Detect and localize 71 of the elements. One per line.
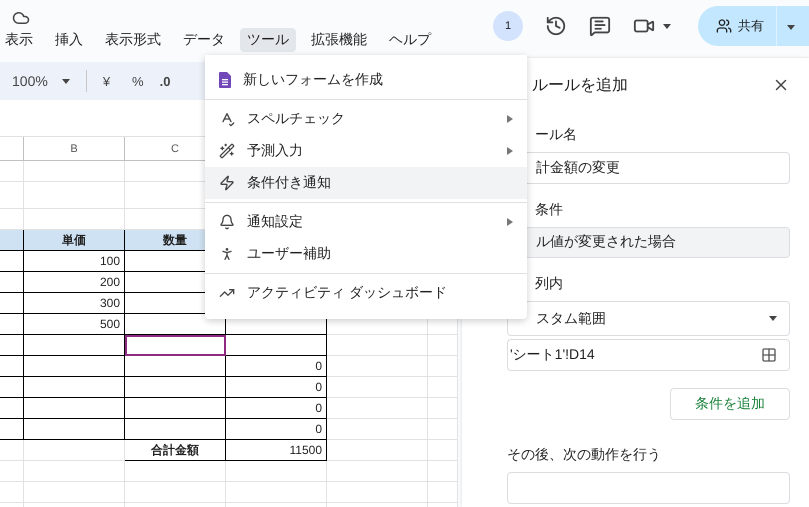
table-cell <box>0 182 24 209</box>
menu-item[interactable]: 新しいフォームを作成 <box>205 64 527 96</box>
decimal-button[interactable]: .0 <box>160 74 170 88</box>
menu-item[interactable]: 拡張機能 <box>304 28 374 52</box>
table-cell <box>428 398 458 419</box>
caret-icon <box>663 24 671 28</box>
table-cell <box>0 209 24 230</box>
field-label: 列内 <box>534 275 563 294</box>
caret-icon <box>769 316 777 322</box>
table-cell: 500 <box>24 314 125 335</box>
table-cell <box>0 314 24 335</box>
section-label: その後、次の動作を行う <box>507 446 661 464</box>
table-cell <box>0 398 24 419</box>
presence-avatar[interactable]: 1 <box>493 11 523 41</box>
table-cell: 0 <box>226 398 327 419</box>
table-cell <box>0 293 24 314</box>
table-cell <box>0 272 24 293</box>
table-cell <box>0 377 24 398</box>
currency-button[interactable]: ¥ <box>102 74 110 88</box>
table-cell: 単価 <box>24 230 125 251</box>
table-cell <box>428 377 458 398</box>
menu-item[interactable]: ヘルプ <box>382 28 438 52</box>
table-cell <box>0 461 24 482</box>
table-cell <box>0 419 24 440</box>
cloud-icon[interactable] <box>12 9 30 27</box>
table-cell: 300 <box>24 293 125 314</box>
history-icon[interactable] <box>545 15 567 37</box>
field-label: 条件 <box>534 200 563 219</box>
menu-item[interactable]: ツール <box>240 28 296 52</box>
field-label: ール名 <box>534 126 577 144</box>
bell-icon <box>219 214 235 230</box>
table-cell <box>428 419 458 440</box>
table-cell <box>0 440 24 461</box>
zoom-select[interactable]: 100% <box>12 73 70 89</box>
lightning-icon <box>219 175 235 191</box>
add-condition-button[interactable]: 条件を追加 <box>670 388 790 420</box>
caret-icon <box>62 78 70 84</box>
range-select[interactable]: スタム範囲 <box>507 301 790 336</box>
table-cell <box>0 251 24 272</box>
table-cell: 0 <box>226 377 327 398</box>
comment-icon[interactable] <box>589 15 611 37</box>
people-icon <box>716 18 732 34</box>
menu-item[interactable]: 表示形式 <box>98 28 168 52</box>
table-cell: 合計金額 <box>125 440 226 461</box>
table-cell <box>428 461 458 482</box>
table-cell: 0 <box>226 419 327 440</box>
table-cell: 100 <box>24 251 125 272</box>
range-field[interactable]: 'シート1'!D14 <box>507 339 790 371</box>
wand-icon <box>219 143 235 159</box>
panel-title: ルールを追加 <box>532 76 628 96</box>
menu-item[interactable]: 表示 <box>0 28 40 52</box>
table-cell: 0 <box>226 356 327 377</box>
table-cell: 200 <box>24 272 125 293</box>
table-cell <box>428 482 458 503</box>
percent-button[interactable]: % <box>132 74 144 88</box>
menu-item[interactable]: スペルチェック <box>205 103 527 135</box>
table-cell <box>428 335 458 356</box>
table-cell <box>0 482 24 503</box>
table-cell <box>0 335 24 356</box>
table-cell <box>0 356 24 377</box>
table-cell <box>428 356 458 377</box>
table-cell: 11500 <box>226 440 327 461</box>
menu-item[interactable]: 条件付き通知 <box>205 167 527 199</box>
table-cell <box>0 230 24 251</box>
form-icon <box>219 72 231 88</box>
grid-icon[interactable] <box>761 347 777 364</box>
table-cell <box>428 440 458 461</box>
menu-item[interactable]: データ <box>176 28 232 52</box>
caret-icon <box>787 25 795 30</box>
action-field[interactable] <box>507 472 790 504</box>
menu-item[interactable]: 挿入 <box>48 28 90 52</box>
